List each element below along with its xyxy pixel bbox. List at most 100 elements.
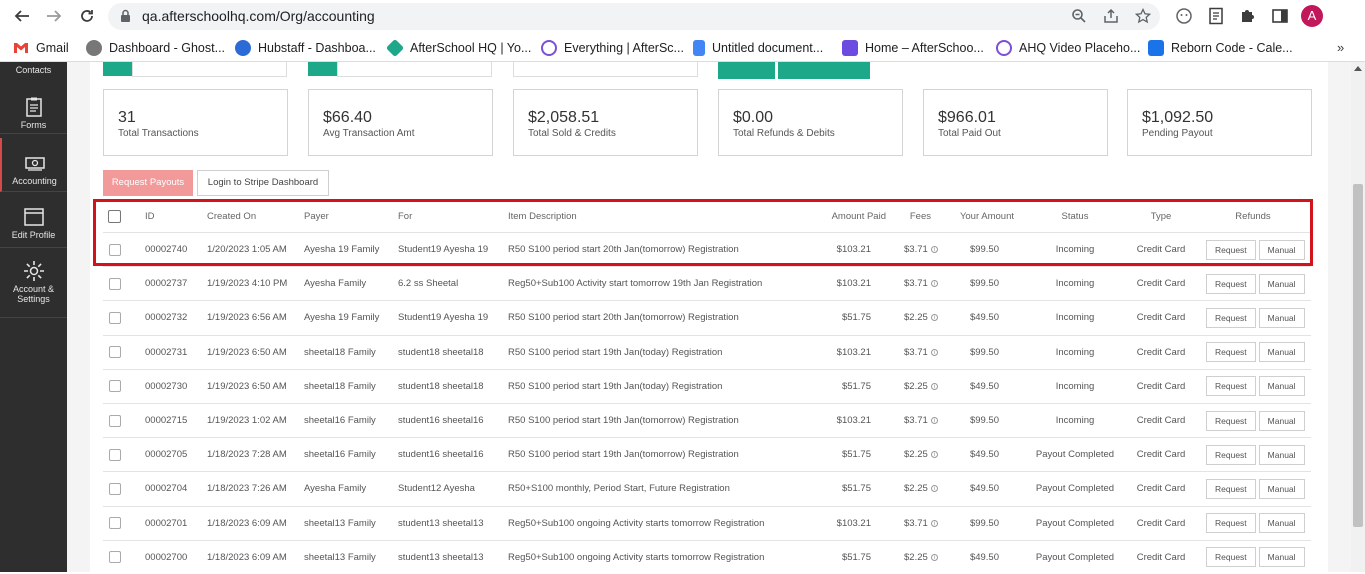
scrolled-filter-input[interactable] bbox=[337, 62, 492, 77]
header-fees[interactable]: Fees bbox=[883, 200, 931, 233]
stat-avg-transaction: $66.40 Avg Transaction Amt bbox=[308, 89, 493, 156]
select-all-checkbox[interactable] bbox=[108, 200, 121, 233]
refund-request-button[interactable]: Request bbox=[1206, 547, 1256, 568]
row-checkbox[interactable] bbox=[109, 507, 121, 540]
refund-manual-button[interactable]: Manual bbox=[1258, 307, 1305, 328]
refund-request-button[interactable]: Request bbox=[1206, 307, 1256, 328]
row-checkbox[interactable] bbox=[109, 370, 121, 403]
refund-manual-button[interactable]: Manual bbox=[1258, 547, 1305, 568]
refund-manual-button[interactable]: Manual bbox=[1258, 342, 1305, 363]
row-checkbox[interactable] bbox=[109, 541, 121, 574]
google-docs-icon bbox=[693, 40, 705, 56]
refund-request-button[interactable]: Request bbox=[1206, 444, 1256, 465]
table-row[interactable]: 00002737 1/19/2023 4:10 PM Ayesha Family 6.… bbox=[103, 266, 1311, 300]
bookmark-home-afterschool[interactable]: Home – AfterSchoo... bbox=[842, 40, 984, 56]
bookmark-ghost[interactable]: Dashboard - Ghost... bbox=[86, 40, 225, 56]
scroll-up-arrow-icon[interactable] bbox=[1354, 66, 1362, 71]
row-status: Incoming bbox=[1055, 278, 1095, 290]
share-icon[interactable] bbox=[1102, 8, 1120, 26]
sidepanel-icon[interactable] bbox=[1271, 7, 1289, 25]
header-id[interactable]: ID bbox=[145, 200, 155, 233]
refund-manual-button[interactable]: Manual bbox=[1258, 444, 1305, 465]
bookmark-afterschoolhq[interactable]: AfterSchool HQ | Yo... bbox=[385, 38, 531, 58]
login-stripe-button[interactable]: Login to Stripe Dashboard bbox=[197, 170, 329, 196]
table-row[interactable]: 00002730 1/19/2023 6:50 AM sheetal18 Famil… bbox=[103, 368, 1311, 403]
header-for[interactable]: For bbox=[398, 200, 412, 233]
address-bar[interactable]: qa.afterschoolhq.com/Org/accounting bbox=[108, 3, 1160, 30]
fees-value: $3.71 bbox=[904, 278, 928, 290]
forward-arrow-icon[interactable] bbox=[44, 6, 64, 26]
scrolled-button[interactable] bbox=[718, 62, 775, 79]
sidebar-item-account-settings[interactable]: Account & Settings bbox=[0, 250, 67, 318]
puzzle-icon[interactable] bbox=[1239, 7, 1257, 25]
bookmark-hubstaff[interactable]: Hubstaff - Dashboa... bbox=[235, 40, 376, 56]
bookmark-untitled-document[interactable]: Untitled document... bbox=[693, 40, 823, 56]
scrolled-button[interactable] bbox=[778, 62, 870, 79]
header-created-on[interactable]: Created On bbox=[207, 200, 256, 233]
scrolled-filter-input[interactable] bbox=[132, 62, 287, 77]
row-refunds: Request Manual bbox=[1203, 370, 1305, 403]
scrolled-filter-input[interactable] bbox=[513, 62, 698, 77]
sidebar-item-forms[interactable]: Forms bbox=[0, 78, 67, 134]
star-icon[interactable] bbox=[1134, 7, 1152, 26]
bookmark-gmail[interactable]: Gmail bbox=[13, 40, 69, 56]
page-scrollbar[interactable] bbox=[1351, 62, 1365, 572]
refund-request-button[interactable]: Request bbox=[1206, 410, 1256, 431]
row-checkbox[interactable] bbox=[109, 472, 121, 505]
refund-manual-button[interactable]: Manual bbox=[1258, 478, 1305, 499]
request-payouts-button[interactable]: Request Payouts bbox=[103, 170, 193, 196]
refund-manual-button[interactable]: Manual bbox=[1258, 273, 1305, 294]
refund-request-button[interactable]: Request bbox=[1206, 342, 1256, 363]
lock-icon bbox=[121, 9, 130, 22]
row-checkbox[interactable] bbox=[109, 438, 121, 471]
table-row[interactable]: 00002731 1/19/2023 6:50 AM sheetal18 Famil… bbox=[103, 334, 1311, 369]
row-for: student13 sheetal13 bbox=[398, 551, 484, 563]
header-item-description[interactable]: Item Description bbox=[508, 200, 577, 233]
sidebar-item-edit-profile[interactable]: Edit Profile bbox=[0, 194, 67, 248]
scrolled-button[interactable] bbox=[103, 62, 132, 76]
table-row[interactable]: 00002715 1/19/2023 1:02 AM sheetal16 Famil… bbox=[103, 403, 1311, 437]
refund-request-button[interactable]: Request bbox=[1206, 513, 1256, 534]
table-row[interactable]: 00002704 1/18/2023 7:26 AM Ayesha Family St… bbox=[103, 471, 1311, 505]
row-status: Incoming bbox=[1055, 380, 1095, 392]
refund-manual-button[interactable]: Manual bbox=[1258, 513, 1305, 534]
scroll-thumb[interactable] bbox=[1353, 184, 1363, 527]
sidebar-item-accounting[interactable]: Accounting bbox=[0, 138, 67, 192]
refund-request-button[interactable]: Request bbox=[1206, 273, 1256, 294]
header-amount-paid[interactable]: Amount Paid bbox=[803, 200, 886, 233]
stat-value: 31 bbox=[118, 109, 136, 126]
row-checkbox[interactable] bbox=[109, 233, 121, 266]
refund-request-button[interactable]: Request bbox=[1206, 239, 1256, 260]
header-your-amount[interactable]: Your Amount bbox=[933, 200, 1014, 233]
row-checkbox[interactable] bbox=[109, 336, 121, 369]
bookmark-everything[interactable]: Everything | AfterSc... bbox=[541, 40, 684, 56]
refund-manual-button[interactable]: Manual bbox=[1258, 410, 1305, 431]
scrolled-button[interactable] bbox=[308, 62, 337, 76]
header-payer[interactable]: Payer bbox=[304, 200, 329, 233]
header-type[interactable]: Type bbox=[1111, 200, 1211, 233]
row-checkbox[interactable] bbox=[109, 267, 121, 300]
fees-value: $2.25 bbox=[904, 551, 928, 563]
document-extension-icon[interactable] bbox=[1207, 7, 1225, 25]
table-row[interactable]: 00002732 1/19/2023 6:56 AM Ayesha 19 Famil… bbox=[103, 300, 1311, 334]
refund-manual-button[interactable]: Manual bbox=[1258, 376, 1305, 397]
bookmark-reborn-code[interactable]: Reborn Code - Cale... bbox=[1148, 40, 1293, 56]
zoom-icon[interactable] bbox=[1070, 8, 1088, 26]
reload-icon[interactable] bbox=[77, 6, 97, 26]
more-bookmarks-chevron[interactable]: » bbox=[1337, 40, 1344, 55]
extension-face-icon[interactable] bbox=[1175, 7, 1193, 25]
back-arrow-icon[interactable] bbox=[12, 6, 32, 26]
refund-manual-button[interactable]: Manual bbox=[1258, 239, 1305, 260]
sidebar-item-contacts[interactable]: Contacts bbox=[0, 65, 67, 75]
profile-avatar[interactable]: A bbox=[1301, 5, 1323, 27]
refund-request-button[interactable]: Request bbox=[1206, 478, 1256, 499]
refund-request-button[interactable]: Request bbox=[1206, 376, 1256, 397]
header-status[interactable]: Status bbox=[1025, 200, 1125, 233]
table-row[interactable]: 00002705 1/18/2023 7:28 AM sheetal16 Famil… bbox=[103, 437, 1311, 471]
table-row[interactable]: 00002740 1/20/2023 1:05 AM Ayesha 19 Famil… bbox=[103, 232, 1311, 266]
row-checkbox[interactable] bbox=[109, 301, 121, 334]
table-row[interactable]: 00002701 1/18/2023 6:09 AM sheetal13 Famil… bbox=[103, 505, 1311, 540]
bookmark-ahq-video[interactable]: AHQ Video Placeho... bbox=[996, 40, 1140, 56]
table-row[interactable]: 00002700 1/18/2023 6:09 AM sheetal13 Famil… bbox=[103, 539, 1311, 574]
row-checkbox[interactable] bbox=[109, 404, 121, 437]
